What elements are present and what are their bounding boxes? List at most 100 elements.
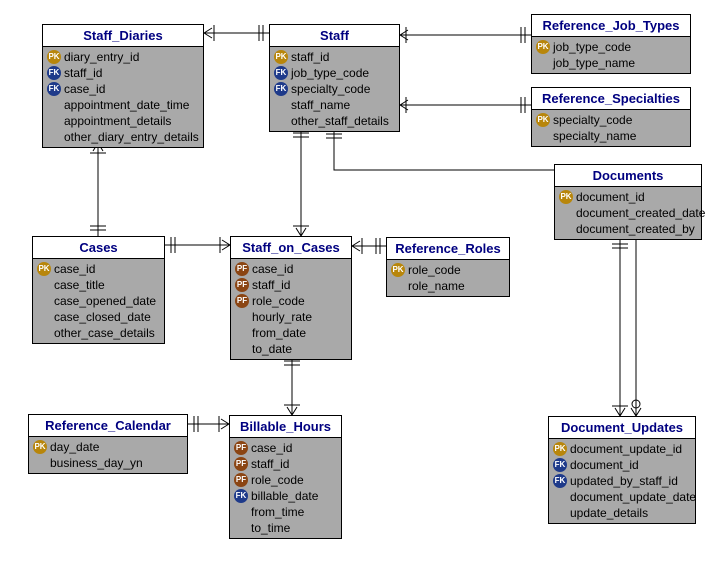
field-row: from_time (234, 504, 337, 520)
field-name: case_id (252, 261, 293, 277)
field-row: PKdocument_update_id (553, 441, 691, 457)
field-name: document_created_by (576, 221, 695, 237)
fk-key-icon: FK (553, 458, 567, 472)
entity-document-updates: Document_UpdatesPKdocument_update_idFKdo… (548, 416, 696, 524)
field-row: FKupdated_by_staff_id (553, 473, 691, 489)
field-row: PFcase_id (234, 440, 337, 456)
field-row: staff_name (274, 97, 395, 113)
field-row: PKrole_code (391, 262, 505, 278)
fk-key-icon: FK (47, 82, 61, 96)
entity-body: PKstaff_idFKjob_type_codeFKspecialty_cod… (270, 47, 399, 131)
entity-header: Reference_Specialties (532, 88, 690, 110)
pf-key-icon: PF (235, 294, 249, 308)
entity-reference-specialties: Reference_SpecialtiesPKspecialty_codespe… (531, 87, 691, 147)
entity-body: PKday_datebusiness_day_yn (29, 437, 187, 473)
field-name: case_title (54, 277, 105, 293)
entity-header: Staff_on_Cases (231, 237, 351, 259)
entity-header: Reference_Calendar (29, 415, 187, 437)
spacer (391, 279, 405, 293)
entity-documents: DocumentsPKdocument_iddocument_created_d… (554, 164, 702, 240)
field-name: document_id (576, 189, 645, 205)
entity-header: Document_Updates (549, 417, 695, 439)
field-name: staff_id (291, 49, 329, 65)
field-name: billable_date (251, 488, 318, 504)
field-name: document_id (570, 457, 639, 473)
spacer (235, 326, 249, 340)
pf-key-icon: PF (235, 262, 249, 276)
field-name: diary_entry_id (64, 49, 139, 65)
entity-staff: StaffPKstaff_idFKjob_type_codeFKspecialt… (269, 24, 400, 132)
field-name: day_date (50, 439, 99, 455)
pk-key-icon: PK (274, 50, 288, 64)
field-row: business_day_yn (33, 455, 183, 471)
spacer (559, 206, 573, 220)
field-row: update_details (553, 505, 691, 521)
fk-key-icon: FK (274, 66, 288, 80)
entity-reference-calendar: Reference_CalendarPKday_datebusiness_day… (28, 414, 188, 474)
entity-reference-roles: Reference_RolesPKrole_coderole_name (386, 237, 510, 297)
entity-body: PKdocument_iddocument_created_datedocume… (555, 187, 701, 239)
entity-body: PFcase_idPFstaff_idPFrole_codeFKbillable… (230, 438, 341, 538)
field-name: to_date (252, 341, 292, 357)
fk-key-icon: FK (234, 489, 248, 503)
field-name: other_case_details (54, 325, 155, 341)
field-name: other_diary_entry_details (64, 129, 199, 145)
spacer (536, 56, 550, 70)
entity-body: PKrole_coderole_name (387, 260, 509, 296)
field-row: PKdocument_id (559, 189, 697, 205)
field-name: from_date (252, 325, 306, 341)
field-name: update_details (570, 505, 648, 521)
field-row: FKbillable_date (234, 488, 337, 504)
field-row: case_opened_date (37, 293, 160, 309)
entity-header: Staff_Diaries (43, 25, 203, 47)
pf-key-icon: PF (235, 278, 249, 292)
spacer (234, 505, 248, 519)
field-row: FKjob_type_code (274, 65, 395, 81)
spacer (235, 342, 249, 356)
field-name: document_created_date (576, 205, 705, 221)
field-row: PKday_date (33, 439, 183, 455)
field-name: case_id (54, 261, 95, 277)
field-name: case_id (64, 81, 105, 97)
field-row: FKdocument_id (553, 457, 691, 473)
spacer (37, 326, 51, 340)
field-row: appointment_date_time (47, 97, 199, 113)
field-row: PFcase_id (235, 261, 347, 277)
field-name: case_id (251, 440, 292, 456)
entity-cases: CasesPKcase_idcase_titlecase_opened_date… (32, 236, 165, 344)
field-row: to_time (234, 520, 337, 536)
field-name: specialty_code (553, 112, 632, 128)
field-row: hourly_rate (235, 309, 347, 325)
entity-body: PFcase_idPFstaff_idPFrole_codehourly_rat… (231, 259, 351, 359)
entity-billable-hours: Billable_HoursPFcase_idPFstaff_idPFrole_… (229, 415, 342, 539)
field-name: document_update_date (570, 489, 696, 505)
entity-body: PKspecialty_codespecialty_name (532, 110, 690, 146)
field-row: FKstaff_id (47, 65, 199, 81)
entity-header: Reference_Job_Types (532, 15, 690, 37)
field-row: PKspecialty_code (536, 112, 686, 128)
spacer (235, 310, 249, 324)
entity-header: Reference_Roles (387, 238, 509, 260)
field-row: other_case_details (37, 325, 160, 341)
entity-body: PKdiary_entry_idFKstaff_idFKcase_idappoi… (43, 47, 203, 147)
field-row: document_created_date (559, 205, 697, 221)
pf-key-icon: PF (234, 441, 248, 455)
spacer (274, 98, 288, 112)
field-name: staff_id (252, 277, 290, 293)
pk-key-icon: PK (536, 40, 550, 54)
field-name: staff_id (251, 456, 289, 472)
field-row: job_type_name (536, 55, 686, 71)
pf-key-icon: PF (234, 457, 248, 471)
spacer (37, 310, 51, 324)
pk-key-icon: PK (33, 440, 47, 454)
entity-staff-diaries: Staff_DiariesPKdiary_entry_idFKstaff_idF… (42, 24, 204, 148)
field-row: specialty_name (536, 128, 686, 144)
spacer (559, 222, 573, 236)
field-name: case_opened_date (54, 293, 156, 309)
fk-key-icon: FK (553, 474, 567, 488)
pk-key-icon: PK (559, 190, 573, 204)
field-row: PKjob_type_code (536, 39, 686, 55)
entity-body: PKdocument_update_idFKdocument_idFKupdat… (549, 439, 695, 523)
field-name: appointment_date_time (64, 97, 189, 113)
entity-header: Staff (270, 25, 399, 47)
